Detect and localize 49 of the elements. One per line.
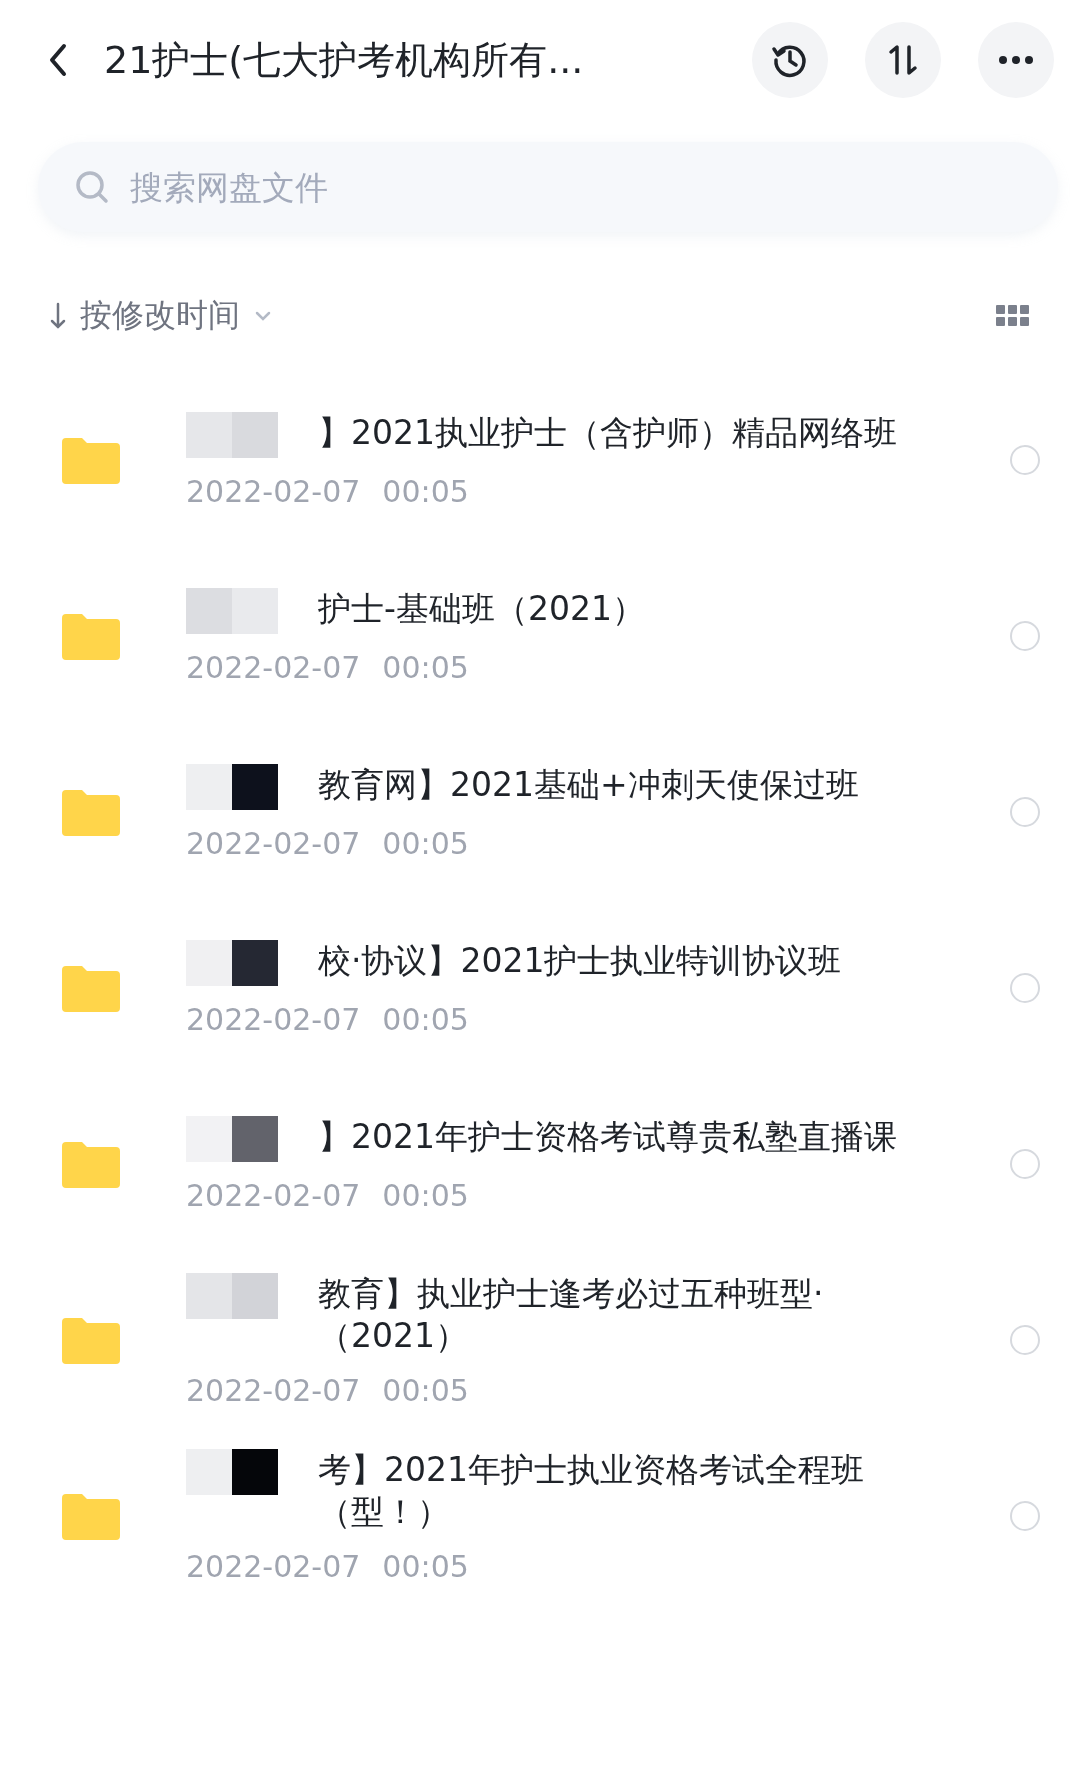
folder-icon — [62, 964, 120, 1012]
folder-title: 21护士(七大护考机构所有... — [104, 36, 585, 84]
file-name: 护士-基础班（2021） — [318, 587, 646, 630]
modified-date: 2022-02-07 — [186, 825, 361, 861]
folder-icon — [62, 1492, 120, 1540]
modified-date: 2022-02-07 — [186, 1372, 361, 1408]
select-radio[interactable] — [1010, 445, 1040, 475]
file-row[interactable]: 】2021年护士资格考试尊贵私塾直播课 2022-02-07 00:05 — [0, 1076, 1080, 1252]
modified-date: 2022-02-07 — [186, 473, 361, 509]
folder-icon — [62, 612, 120, 660]
select-radio[interactable] — [1010, 1325, 1040, 1355]
folder-icon — [62, 1316, 120, 1364]
file-name: 教育网】2021基础+冲刺天使保过班 — [318, 763, 860, 806]
select-radio[interactable] — [1010, 621, 1040, 651]
modified-time: 00:05 — [382, 1177, 469, 1213]
file-name: 教育】执业护士逢考必过五种班型·（2021） — [318, 1272, 825, 1357]
select-radio[interactable] — [1010, 1501, 1040, 1531]
more-icon — [998, 55, 1034, 65]
file-row[interactable]: 】2021执业护士（含护师）精品网络班 2022-02-07 00:05 — [0, 372, 1080, 548]
file-row[interactable]: 护士-基础班（2021） 2022-02-07 00:05 — [0, 548, 1080, 724]
modified-time: 00:05 — [382, 1001, 469, 1037]
select-radio[interactable] — [1010, 1149, 1040, 1179]
file-name: 】2021执业护士（含护师）精品网络班 — [318, 411, 898, 454]
select-radio[interactable] — [1010, 973, 1040, 1003]
folder-icon — [62, 1140, 120, 1188]
search-field[interactable]: 搜索网盘文件 — [38, 142, 1058, 232]
file-name: 校·协议】2021护士执业特训协议班 — [318, 939, 843, 982]
modified-date: 2022-02-07 — [186, 1548, 361, 1584]
folder-icon — [62, 436, 120, 484]
modified-date: 2022-02-07 — [186, 649, 361, 685]
modified-time: 00:05 — [382, 1548, 469, 1584]
modified-date: 2022-02-07 — [186, 1001, 361, 1037]
sort-dropdown[interactable]: 按修改时间 — [50, 294, 272, 338]
select-radio[interactable] — [1010, 797, 1040, 827]
file-row[interactable]: 考】2021年护士执业资格考试全程班（型！） 2022-02-07 00:05 — [0, 1428, 1080, 1604]
file-row[interactable]: 校·协议】2021护士执业特训协议班 2022-02-07 00:05 — [0, 900, 1080, 1076]
file-name: 考】2021年护士执业资格考试全程班（型！） — [318, 1448, 865, 1533]
modified-time: 00:05 — [382, 1372, 469, 1408]
file-row[interactable]: 教育】执业护士逢考必过五种班型·（2021） 2022-02-07 00:05 — [0, 1252, 1080, 1428]
down-arrow-icon — [50, 302, 66, 330]
chevron-down-icon — [254, 310, 272, 322]
modified-time: 00:05 — [382, 473, 469, 509]
folder-icon — [62, 788, 120, 836]
file-row[interactable]: 教育网】2021基础+冲刺天使保过班 2022-02-07 00:05 — [0, 724, 1080, 900]
file-name: 】2021年护士资格考试尊贵私塾直播课 — [318, 1115, 898, 1158]
modified-time: 00:05 — [382, 825, 469, 861]
grid-view-icon[interactable] — [996, 305, 1030, 327]
modified-date: 2022-02-07 — [186, 1177, 361, 1213]
modified-time: 00:05 — [382, 649, 469, 685]
